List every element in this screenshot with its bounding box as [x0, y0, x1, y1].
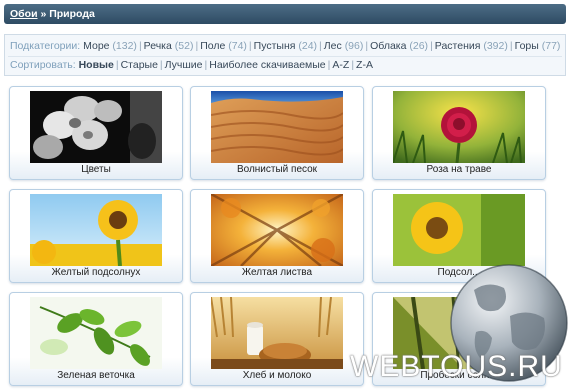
wallpaper-card-flowers[interactable]: Цветы — [9, 86, 183, 180]
wallpaper-card-sunflower[interactable]: Желтый подсолнух — [9, 189, 183, 283]
subcategory-count: (96) — [344, 40, 364, 52]
wallpaper-thumbnail-sand[interactable] — [211, 91, 343, 163]
subcategory-count: (24) — [298, 40, 318, 52]
subcategory-link-desert[interactable]: Пустыня — [254, 40, 296, 52]
wallpaper-thumbnail-bread-milk[interactable] — [211, 297, 343, 369]
subcategory-count: (132) — [112, 40, 137, 52]
wallpaper-card-twig[interactable]: Зеленая веточка — [9, 292, 183, 386]
breadcrumb-separator: » — [37, 8, 50, 20]
sort-option-new[interactable]: Новые — [79, 59, 114, 71]
wallpaper-card-bread-milk[interactable]: Хлеб и молоко — [190, 292, 364, 386]
separator: | — [319, 40, 322, 52]
sort-option-z-a[interactable]: Z-A — [356, 59, 373, 71]
wallpaper-title[interactable]: Роза на траве — [373, 164, 545, 175]
sort-row: Сортировать: Новые | Старые | Лучшие | Наиболе… — [10, 59, 373, 71]
wallpaper-thumbnail-flowers[interactable] — [30, 91, 162, 163]
filter-divider — [8, 56, 562, 57]
filter-panel: Подкатегории: Море (132) | Речка (52) | Поле… — [4, 34, 566, 76]
separator: | — [430, 40, 433, 52]
wallpaper-thumbnail-sunflower[interactable] — [30, 194, 162, 266]
separator: | — [509, 40, 513, 52]
breadcrumb-root-link[interactable]: Обои — [10, 8, 38, 20]
separator: | — [115, 59, 119, 71]
sort-option-best[interactable]: Лучшие — [165, 59, 203, 71]
sort-option-old[interactable]: Старые — [121, 59, 158, 71]
wallpaper-title[interactable]: Хлеб и молоко — [191, 370, 363, 381]
subcategories-label: Подкатегории: — [10, 40, 81, 52]
wallpaper-thumbnail-foliage[interactable] — [211, 194, 343, 266]
subcategory-link-sea[interactable]: Море — [83, 40, 109, 52]
wallpaper-thumbnail-rose[interactable] — [393, 91, 525, 163]
sort-option-a-z[interactable]: A-Z — [332, 59, 349, 71]
subcategory-row: Подкатегории: Море (132) | Речка (52) | Поле… — [10, 40, 560, 52]
wallpaper-title[interactable]: Желтый подсолнух — [10, 267, 182, 278]
wallpaper-title[interactable]: Желтая листва — [191, 267, 363, 278]
subcategory-link-forest[interactable]: Лес — [324, 40, 342, 52]
separator: | — [248, 40, 252, 52]
subcategory-link-plants[interactable]: Растения — [435, 40, 481, 52]
wallpaper-card-rose[interactable]: Роза на траве — [372, 86, 546, 180]
subcategory-count: (77) — [541, 40, 561, 52]
subcategory-count: (392) — [483, 40, 508, 52]
wallpaper-thumbnail-twig[interactable] — [30, 297, 162, 369]
subcategory-link-field[interactable]: Поле — [200, 40, 225, 52]
subcategory-link-river[interactable]: Речка — [144, 40, 172, 52]
separator: | — [159, 59, 163, 71]
wallpaper-title[interactable]: Волнистый песок — [191, 164, 363, 175]
subcategory-link-mountains[interactable]: Горы — [515, 40, 539, 52]
sort-label: Сортировать: — [10, 59, 76, 71]
wallpaper-card-foliage[interactable]: Желтая листва — [190, 189, 364, 283]
subcategory-count: (26) — [409, 40, 429, 52]
breadcrumb-current: Природа — [49, 8, 95, 20]
subcategory-count: (74) — [228, 40, 247, 52]
wallpaper-card-sand[interactable]: Волнистый песок — [190, 86, 364, 180]
wallpaper-title[interactable]: Цветы — [10, 164, 182, 175]
subcategory-count: (52) — [174, 40, 194, 52]
breadcrumb: Обои » Природа — [4, 4, 566, 24]
sort-option-most-downloaded[interactable]: Наиболее скачиваемые — [209, 59, 325, 71]
subcategory-link-clouds[interactable]: Облака — [370, 40, 406, 52]
watermark-text: WEBTOUS.RU — [350, 350, 563, 383]
wallpaper-thumbnail-sunflower-2[interactable] — [393, 194, 525, 266]
separator: | — [138, 40, 142, 52]
wallpaper-title[interactable]: Зеленая веточка — [10, 370, 182, 381]
